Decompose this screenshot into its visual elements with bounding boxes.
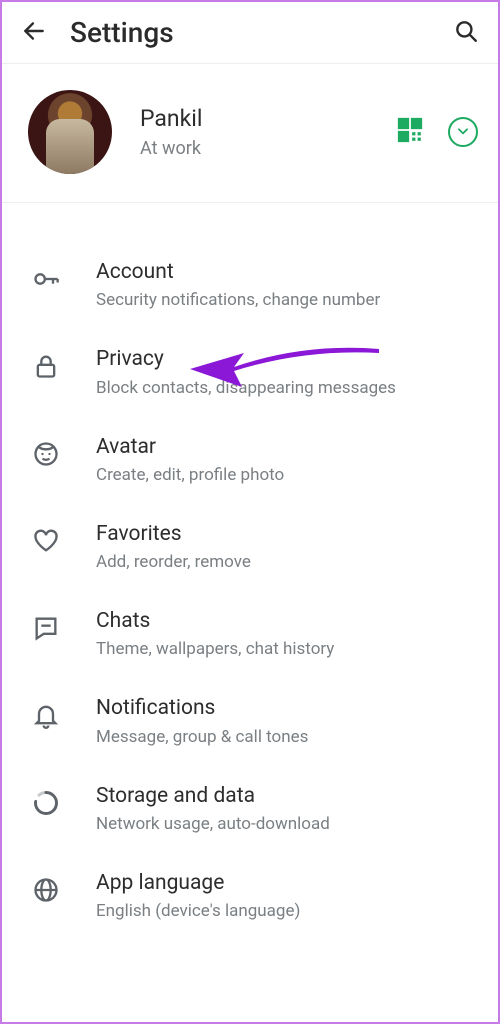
settings-item-notifications[interactable]: Notifications Message, group & call tone… [2,677,498,764]
item-title: Storage and data [96,783,476,810]
item-title: Account [96,259,476,286]
settings-item-privacy[interactable]: Privacy Block contacts, disappearing mes… [2,328,498,415]
item-subtitle: Network usage, auto-download [96,814,476,834]
item-title: Favorites [96,521,476,548]
globe-icon [32,876,60,908]
item-title: Privacy [96,346,476,373]
item-subtitle: Block contacts, disappearing messages [96,378,476,398]
qr-code-button[interactable] [396,118,424,146]
profile-status: At work [140,138,368,159]
item-title: App language [96,870,476,897]
search-icon [453,18,479,48]
item-subtitle: Security notifications, change number [96,290,476,310]
key-icon [32,265,60,297]
section-spacer [2,203,498,241]
profile-row[interactable]: Pankil At work [2,64,498,203]
settings-item-avatar[interactable]: Avatar Create, edit, profile photo [2,416,498,503]
bell-icon [32,701,60,733]
back-button[interactable] [20,19,48,47]
settings-item-account[interactable]: Account Security notifications, change n… [2,241,498,328]
profile-text: Pankil At work [140,105,368,159]
settings-item-storage[interactable]: Storage and data Network usage, auto-dow… [2,765,498,852]
avatar [28,90,112,174]
qr-code-icon [397,117,423,147]
settings-item-favorites[interactable]: Favorites Add, reorder, remove [2,503,498,590]
item-subtitle: Message, group & call tones [96,727,476,747]
chat-icon [32,614,60,646]
heart-icon [32,527,60,559]
lock-icon [32,352,60,384]
item-title: Avatar [96,434,476,461]
settings-item-chats[interactable]: Chats Theme, wallpapers, chat history [2,590,498,677]
item-subtitle: Add, reorder, remove [96,552,476,572]
expand-button[interactable] [448,117,478,147]
item-subtitle: English (device's language) [96,901,476,921]
search-button[interactable] [452,19,480,47]
chevron-down-icon [456,123,470,142]
app-bar: Settings [2,2,498,64]
settings-screen: Settings Pankil At work [0,0,500,1024]
item-title: Notifications [96,695,476,722]
face-icon [32,440,60,472]
profile-name: Pankil [140,105,368,132]
arrow-left-icon [21,18,47,48]
profile-actions [396,117,478,147]
data-usage-icon [32,789,60,821]
item-subtitle: Theme, wallpapers, chat history [96,639,476,659]
item-title: Chats [96,608,476,635]
settings-item-language[interactable]: App language English (device's language) [2,852,498,939]
item-subtitle: Create, edit, profile photo [96,465,476,485]
page-title: Settings [70,16,430,49]
